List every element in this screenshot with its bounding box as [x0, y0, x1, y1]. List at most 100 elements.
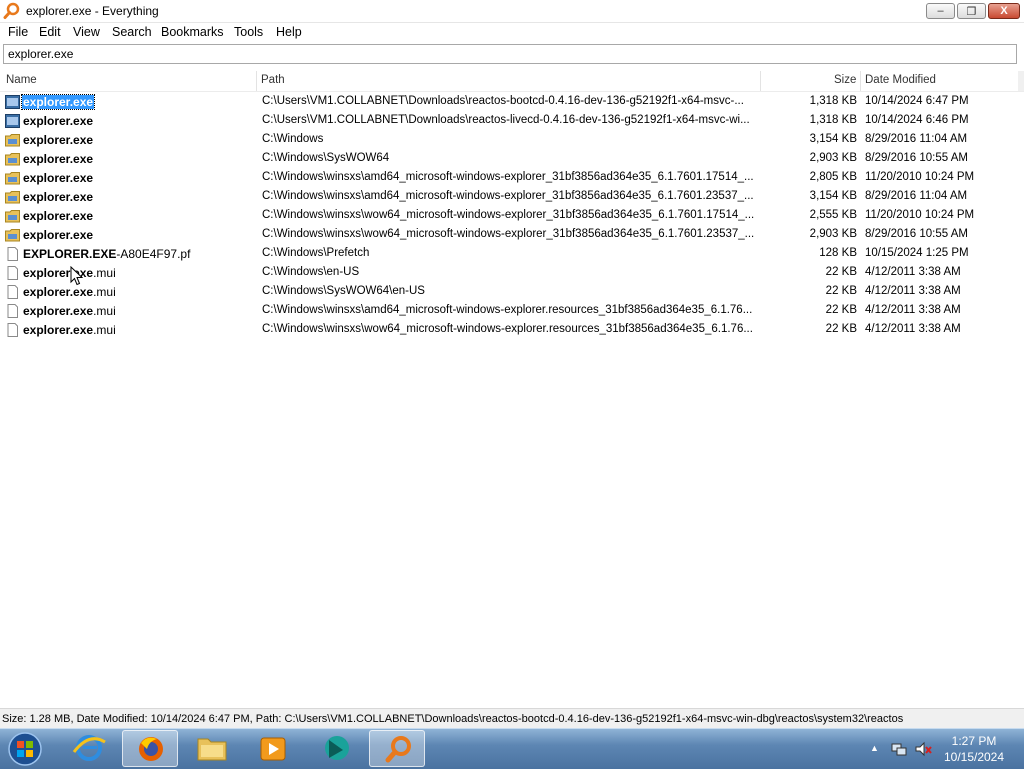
result-size: 3,154 KB — [809, 190, 857, 202]
app-icon — [5, 114, 20, 128]
results-list: explorer.exe C:\Users\VM1.COLLABNET\Down… — [0, 93, 1024, 705]
file-icon — [7, 266, 18, 280]
menu-help[interactable]: Help — [276, 25, 302, 39]
taskbar-file-explorer[interactable] — [184, 730, 240, 767]
result-row[interactable]: EXPLORER.EXE-A80E4F97.pf C:\Windows\Pref… — [0, 245, 1020, 264]
result-size: 3,154 KB — [809, 133, 857, 145]
taskbar-firefox[interactable] — [122, 730, 178, 767]
result-path: C:\Windows\winsxs\wow64_microsoft-window… — [262, 323, 753, 335]
result-date: 8/29/2016 10:55 AM — [865, 152, 968, 164]
result-date: 8/29/2016 10:55 AM — [865, 228, 968, 240]
result-size: 1,318 KB — [809, 95, 857, 107]
folder-exe-icon — [5, 191, 20, 204]
menu-search[interactable]: Search — [112, 25, 152, 39]
column-divider[interactable] — [256, 71, 257, 91]
result-row[interactable]: explorer.exe C:\Windows\winsxs\wow64_mic… — [0, 207, 1020, 226]
result-row[interactable]: explorer.exe C:\Users\VM1.COLLABNET\Down… — [0, 93, 1020, 112]
result-size: 2,903 KB — [809, 152, 857, 164]
result-row[interactable]: explorer.exe C:\Windows\winsxs\amd64_mic… — [0, 188, 1020, 207]
result-date: 10/14/2024 6:46 PM — [865, 114, 969, 126]
result-path: C:\Windows — [262, 133, 324, 145]
taskbar-media-player[interactable] — [245, 730, 301, 767]
result-name: explorer.exe — [23, 228, 94, 242]
result-row[interactable]: explorer.exe C:\Users\VM1.COLLABNET\Down… — [0, 112, 1020, 131]
close-button[interactable]: X — [988, 3, 1020, 19]
menu-view[interactable]: View — [73, 25, 100, 39]
result-date: 4/12/2011 3:38 AM — [865, 266, 961, 278]
result-path: C:\Users\VM1.COLLABNET\Downloads\reactos… — [262, 95, 744, 107]
folder-exe-icon — [5, 134, 20, 147]
result-name: explorer.exe — [23, 114, 94, 128]
volume-muted-icon[interactable] — [914, 740, 932, 758]
result-date: 8/29/2016 11:04 AM — [865, 190, 968, 202]
column-divider[interactable] — [760, 71, 761, 91]
column-header-date-modified[interactable]: Date Modified — [865, 74, 936, 86]
scrollbar-stub[interactable] — [1018, 71, 1024, 91]
status-bar: Size: 1.28 MB, Date Modified: 10/14/2024… — [0, 708, 1024, 729]
result-size: 22 KB — [825, 323, 857, 335]
search-input[interactable] — [3, 44, 1017, 64]
folder-exe-icon — [5, 210, 20, 223]
result-row[interactable]: explorer.exe C:\Windows\winsxs\wow64_mic… — [0, 226, 1020, 245]
result-row[interactable]: explorer.exe C:\Windows 3,154 KB 8/29/20… — [0, 131, 1020, 150]
column-header-path[interactable]: Path — [261, 74, 285, 86]
start-orb-icon[interactable] — [6, 731, 44, 767]
result-path: C:\Windows\winsxs\wow64_microsoft-window… — [262, 209, 755, 221]
column-divider[interactable] — [860, 71, 861, 91]
internet-explorer-icon — [72, 735, 106, 761]
result-path: C:\Windows\winsxs\amd64_microsoft-window… — [262, 304, 753, 316]
result-name: explorer.exe — [23, 190, 94, 204]
everything-app-icon — [3, 2, 20, 19]
minimize-icon: ‒ — [937, 5, 944, 17]
result-date: 11/20/2010 10:24 PM — [865, 209, 975, 221]
result-name: explorer.exe.mui — [23, 323, 116, 337]
firefox-icon — [139, 737, 163, 761]
window-title: explorer.exe - Everything — [26, 4, 159, 18]
bing-icon — [325, 736, 349, 760]
folder-exe-icon — [5, 229, 20, 242]
menu-tools[interactable]: Tools — [234, 25, 263, 39]
file-icon — [7, 247, 18, 261]
result-name: explorer.exe — [23, 133, 94, 147]
result-name: explorer.exe.mui — [23, 304, 116, 318]
clock-date: 10/15/2024 — [943, 750, 1005, 764]
result-date: 4/12/2011 3:38 AM — [865, 304, 961, 316]
result-path: C:\Windows\en-US — [262, 266, 360, 278]
maximize-button[interactable]: ❐ — [957, 3, 986, 19]
title-bar[interactable]: explorer.exe - Everything ‒ ❐ X — [0, 0, 1024, 23]
app-icon — [5, 95, 20, 109]
menu-file[interactable]: File — [8, 25, 28, 39]
result-name: explorer.exe — [23, 152, 94, 166]
result-date: 4/12/2011 3:38 AM — [865, 323, 961, 335]
menu-edit[interactable]: Edit — [39, 25, 61, 39]
everything-search-icon — [385, 736, 411, 763]
menu-bookmarks[interactable]: Bookmarks — [161, 25, 224, 39]
close-icon: X — [1000, 5, 1008, 17]
show-hidden-icons-arrow-icon[interactable]: ▲ — [870, 743, 879, 753]
result-row[interactable]: explorer.exe.mui C:\Windows\winsxs\wow64… — [0, 321, 1020, 340]
taskbar-everything-search[interactable] — [369, 730, 425, 767]
result-size: 128 KB — [819, 247, 857, 259]
result-name: explorer.exe.mui — [23, 285, 116, 299]
result-size: 2,555 KB — [809, 209, 857, 221]
result-date: 8/29/2016 11:04 AM — [865, 133, 968, 145]
result-row[interactable]: explorer.exe C:\Windows\SysWOW64 2,903 K… — [0, 150, 1020, 169]
column-header-size[interactable]: Size — [834, 74, 856, 86]
taskbar-bing[interactable] — [307, 730, 363, 767]
system-clock[interactable]: 1:27 PM 10/15/2024 — [934, 733, 1014, 765]
result-name: explorer.exe — [23, 209, 94, 223]
network-icon[interactable] — [890, 740, 908, 758]
column-header-name[interactable]: Name — [6, 74, 37, 86]
result-date: 10/15/2024 1:25 PM — [865, 247, 969, 259]
taskbar-internet-explorer[interactable] — [61, 730, 117, 767]
result-path: C:\Windows\SysWOW64 — [262, 152, 390, 164]
result-row[interactable]: explorer.exe C:\Windows\winsxs\amd64_mic… — [0, 169, 1020, 188]
minimize-button[interactable]: ‒ — [926, 3, 955, 19]
result-size: 2,805 KB — [809, 171, 857, 183]
result-path: C:\Users\VM1.COLLABNET\Downloads\reactos… — [262, 114, 750, 126]
file-explorer-icon — [197, 738, 227, 761]
taskbar: ▲ 1:27 PM 10/15/2024 — [0, 728, 1024, 769]
result-row[interactable]: explorer.exe.mui C:\Windows\SysWOW64\en-… — [0, 283, 1020, 302]
result-row[interactable]: explorer.exe.mui C:\Windows\winsxs\amd64… — [0, 302, 1020, 321]
result-row[interactable]: explorer.exe.mui C:\Windows\en-US 22 KB … — [0, 264, 1020, 283]
